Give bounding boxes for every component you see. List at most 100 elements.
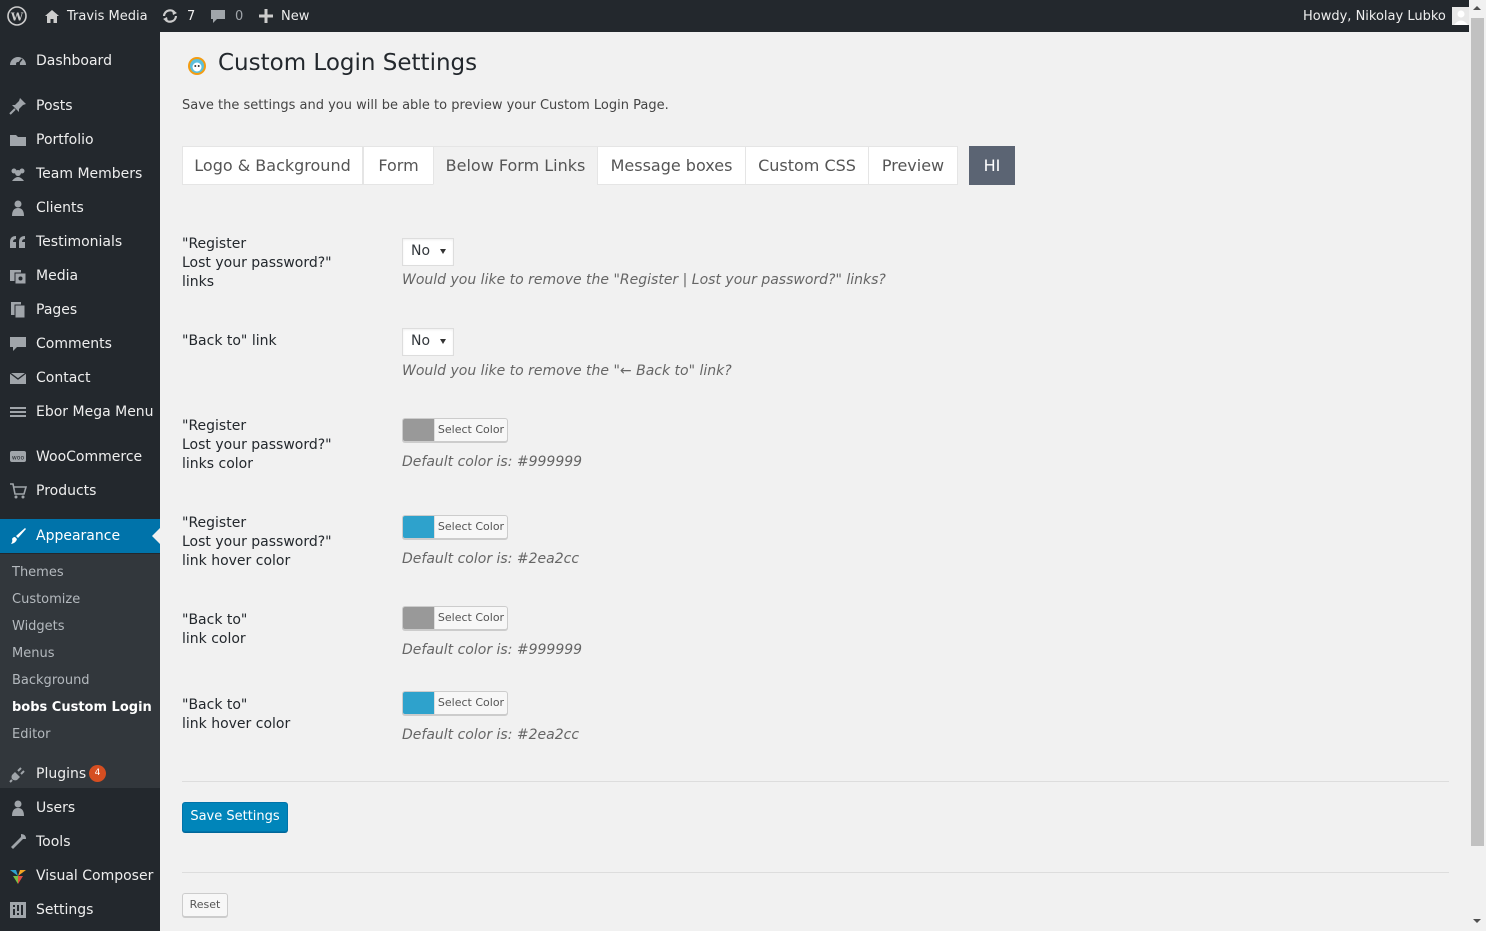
scrollbar-thumb[interactable]	[1471, 18, 1484, 846]
page-scrollbar[interactable]	[1469, 0, 1486, 931]
sidebar-item-label: Testimonials	[36, 234, 123, 250]
sidebar-item-pages[interactable]: Pages	[0, 293, 160, 327]
scroll-up-icon[interactable]	[1473, 6, 1481, 10]
envelope-icon	[9, 369, 27, 387]
sidebar-item-tools[interactable]: Tools	[0, 825, 160, 859]
submenu-item-background[interactable]: Background	[12, 671, 90, 691]
sidebar-item-settings[interactable]: Settings	[0, 893, 160, 927]
sidebar-item-label: Visual Composer	[36, 868, 154, 884]
link-hover-color-picker-button[interactable]: Select Color	[402, 515, 508, 539]
submenu-item-menus[interactable]: Menus	[12, 644, 54, 664]
admin-sidebar: Dashboard Posts Portfolio Team Members C…	[0, 32, 160, 931]
tab-preview[interactable]: Preview	[868, 146, 958, 185]
links-color-picker-button[interactable]: Select Color	[402, 418, 508, 442]
field-description: Default color is: #999999	[402, 642, 583, 658]
sidebar-item-label: Users	[36, 800, 76, 816]
field-description: Default color is: #2ea2cc	[402, 727, 580, 743]
comments-link[interactable]: 0	[210, 0, 243, 32]
tab-hi[interactable]: HI	[969, 146, 1015, 185]
sidebar-item-label: Plugins	[36, 766, 87, 782]
sidebar-item-woocommerce[interactable]: woo WooCommerce	[0, 440, 160, 474]
my-account-link[interactable]: Howdy, Nikolay Lubko	[1303, 0, 1470, 32]
cart-icon	[9, 482, 28, 500]
media-icon	[9, 267, 27, 285]
svg-text:W: W	[10, 11, 24, 24]
sidebar-item-contact[interactable]: Contact	[0, 361, 160, 395]
field-label-back-to-color: "Back to" link color	[182, 612, 248, 647]
sidebar-item-label: Contact	[36, 370, 91, 386]
sidebar-item-products[interactable]: Products	[0, 474, 160, 508]
sidebar-item-plugins[interactable]: Plugins 4	[0, 757, 160, 791]
pin-icon	[9, 97, 27, 115]
sidebar-item-comments[interactable]: Comments	[0, 327, 160, 361]
field-label-back-to-hover-color: "Back to" link hover color	[182, 697, 291, 732]
field-label-links-color: "Register Lost your password?" links col…	[182, 418, 332, 472]
sliders-icon	[9, 901, 27, 919]
tab-form[interactable]: Form	[363, 146, 434, 185]
back-to-color-picker-button[interactable]: Select Color	[402, 606, 508, 630]
reset-button[interactable]: Reset	[182, 893, 228, 917]
menu-icon	[9, 403, 27, 421]
wordpress-logo-icon[interactable]: W	[7, 0, 27, 32]
sidebar-item-label: Posts	[36, 98, 73, 114]
field-description: Would you like to remove the "Register |…	[402, 272, 886, 288]
sidebar-item-dashboard[interactable]: Dashboard	[0, 44, 160, 78]
admin-bar: W Travis Media 7 0 New Howdy, Nikolay Lu…	[0, 0, 1486, 32]
update-icon	[161, 8, 179, 24]
tab-logo-background[interactable]: Logo & Background	[182, 146, 363, 185]
submenu-item-custom-login[interactable]: bobs Custom Login	[12, 698, 152, 718]
user-icon	[9, 199, 27, 217]
tab-below-form-links[interactable]: Below Form Links	[433, 146, 598, 185]
sidebar-item-testimonials[interactable]: Testimonials	[0, 225, 160, 259]
sidebar-item-media[interactable]: Media	[0, 259, 160, 293]
appearance-submenu: Themes Customize Widgets Menus Backgroun…	[0, 554, 160, 788]
vc-icon	[9, 867, 27, 885]
sidebar-item-label: Appearance	[36, 528, 121, 544]
select-color-label: Select Color	[434, 419, 507, 441]
page-intro: Save the settings and you will be able t…	[182, 98, 669, 113]
select-value: No	[411, 333, 431, 349]
sidebar-item-portfolio[interactable]: Portfolio	[0, 123, 160, 157]
sidebar-item-clients[interactable]: Clients	[0, 191, 160, 225]
group-icon	[9, 165, 27, 183]
sidebar-item-label: Portfolio	[36, 132, 94, 148]
sidebar-item-label: Settings	[36, 902, 94, 918]
comment-bubble-icon	[210, 9, 226, 24]
tab-message-boxes[interactable]: Message boxes	[597, 146, 746, 185]
sidebar-item-users[interactable]: Users	[0, 791, 160, 825]
new-content-link[interactable]: New	[259, 0, 309, 32]
color-swatch	[403, 419, 434, 441]
sidebar-item-visual-composer[interactable]: Visual Composer	[0, 859, 160, 893]
sidebar-item-label: WooCommerce	[36, 449, 143, 465]
site-name-link[interactable]: Travis Media	[44, 0, 148, 32]
sidebar-item-label: Dashboard	[36, 53, 112, 69]
submenu-item-widgets[interactable]: Widgets	[12, 617, 65, 637]
tab-custom-css[interactable]: Custom CSS	[745, 146, 869, 185]
select-color-label: Select Color	[434, 607, 507, 629]
sidebar-item-posts[interactable]: Posts	[0, 89, 160, 123]
field-label-register-links: "Register Lost your password?" links	[182, 236, 332, 290]
submenu-item-editor[interactable]: Editor	[12, 725, 50, 745]
sidebar-item-team-members[interactable]: Team Members	[0, 157, 160, 191]
plugin-logo-icon	[187, 56, 207, 80]
submenu-item-customize[interactable]: Customize	[12, 590, 80, 610]
sidebar-item-label: Comments	[36, 336, 112, 352]
sidebar-item-ebor-mega-menu[interactable]: Ebor Mega Menu	[0, 395, 160, 429]
chevron-down-icon	[440, 339, 446, 344]
remove-register-links-select[interactable]: No	[402, 238, 454, 266]
scroll-down-icon[interactable]	[1473, 919, 1481, 923]
field-label-link-hover-color: "Register Lost your password?" link hove…	[182, 515, 332, 569]
updates-link[interactable]: 7	[161, 0, 195, 32]
back-to-hover-color-picker-button[interactable]: Select Color	[402, 691, 508, 715]
greeting-text: Howdy, Nikolay Lubko	[1303, 8, 1446, 24]
pages-icon	[9, 301, 27, 319]
save-settings-button[interactable]: Save Settings	[182, 802, 288, 832]
chevron-down-icon	[440, 249, 446, 254]
divider	[182, 781, 1449, 782]
quote-icon	[9, 233, 27, 251]
sidebar-item-appearance[interactable]: Appearance	[0, 519, 160, 553]
submenu-item-themes[interactable]: Themes	[12, 563, 64, 583]
site-name: Travis Media	[67, 8, 148, 24]
sidebar-item-label: Pages	[36, 302, 78, 318]
remove-back-to-link-select[interactable]: No	[402, 328, 454, 356]
